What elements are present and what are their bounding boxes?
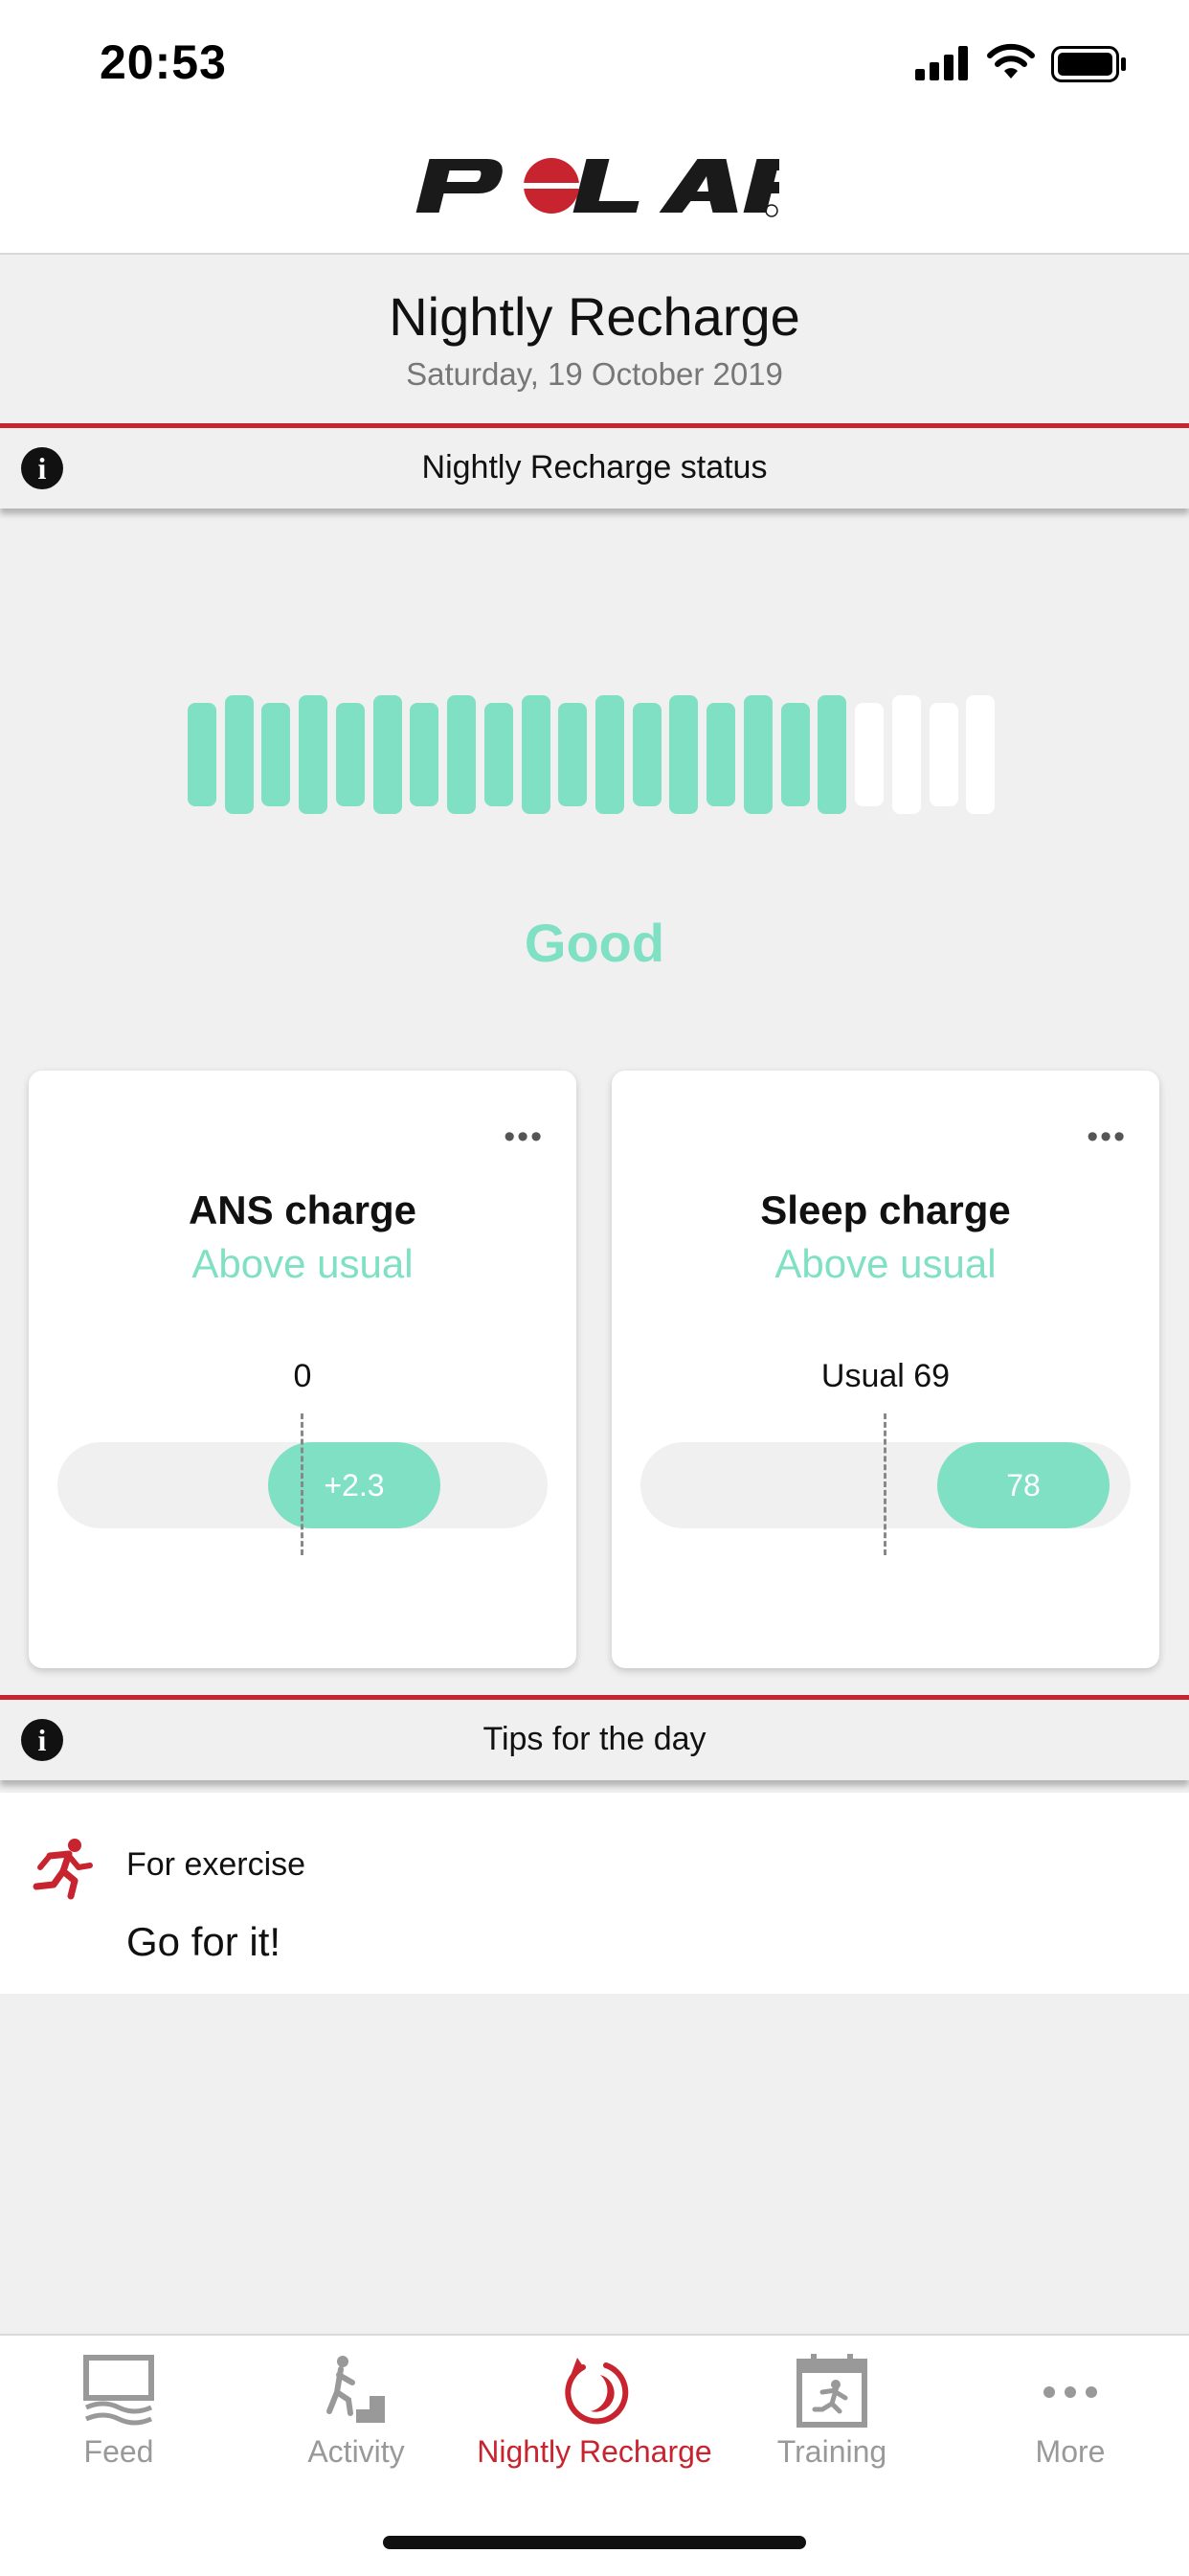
recharge-level-bar bbox=[818, 695, 847, 814]
tab-label: Training bbox=[776, 2434, 887, 2469]
reference-line bbox=[301, 1413, 303, 1555]
reference-label: Usual 69 bbox=[820, 1358, 951, 1394]
recharge-level-bar bbox=[780, 703, 810, 806]
recharge-level-bar bbox=[521, 695, 550, 814]
recharge-level-bar bbox=[483, 703, 513, 806]
tab-label: Nightly Recharge bbox=[477, 2434, 712, 2469]
tab-label: Feed bbox=[83, 2434, 154, 2469]
tip-category: For exercise bbox=[126, 1846, 306, 1883]
recharge-level-bar bbox=[372, 695, 402, 814]
battery-icon bbox=[1051, 46, 1126, 82]
recharge-level-bar bbox=[261, 703, 291, 806]
tip-text: Go for it! bbox=[126, 1919, 281, 1964]
wifi-icon bbox=[987, 43, 1035, 79]
card-title: ANS charge bbox=[188, 1187, 417, 1232]
section-label: Nightly Recharge status bbox=[421, 449, 768, 486]
recharge-level-bar bbox=[299, 695, 328, 814]
sleep-charge-card[interactable]: ••• Sleep charge Above usual 78 Usual 69 bbox=[612, 1071, 1159, 1668]
recharge-level-bar bbox=[966, 695, 996, 814]
recharge-level-bar bbox=[595, 695, 624, 814]
charge-value: +2.3 bbox=[268, 1442, 440, 1528]
recharge-level-bar bbox=[447, 695, 477, 814]
recharge-level-bar bbox=[632, 703, 662, 806]
reference-line bbox=[884, 1413, 886, 1555]
page-title: Nightly Recharge bbox=[389, 286, 800, 347]
running-icon bbox=[33, 1839, 93, 1900]
cellular-signal-icon bbox=[915, 46, 968, 80]
card-status: Above usual bbox=[774, 1241, 997, 1286]
card-title: Sleep charge bbox=[760, 1187, 1011, 1232]
tips-section-header[interactable]: i Tips for the day bbox=[0, 1695, 1189, 1780]
tab-more[interactable]: More bbox=[952, 2337, 1189, 2490]
home-indicator bbox=[383, 2536, 806, 2549]
recharge-level-bar bbox=[188, 703, 216, 806]
recharge-level-bar bbox=[891, 695, 921, 814]
tab-feed[interactable]: Feed bbox=[0, 2337, 237, 2490]
recharge-level-bar bbox=[669, 695, 699, 814]
clock: 20:53 bbox=[100, 35, 227, 89]
more-icon bbox=[1043, 2386, 1097, 2398]
section-label: Tips for the day bbox=[482, 1721, 707, 1757]
polar-logo bbox=[415, 158, 779, 217]
more-options-icon[interactable]: ••• bbox=[504, 1119, 544, 1156]
tab-training[interactable]: Training bbox=[713, 2337, 951, 2490]
ans-charge-card[interactable]: ••• ANS charge Above usual +2.3 0 bbox=[29, 1071, 576, 1668]
tab-label: Activity bbox=[307, 2434, 405, 2469]
activity-icon bbox=[326, 2356, 385, 2423]
nightly-recharge-icon bbox=[565, 2358, 629, 2425]
recharge-level-meter bbox=[188, 695, 1003, 814]
recharge-level-bar bbox=[855, 703, 885, 806]
tab-nightly-recharge[interactable]: Nightly Recharge bbox=[476, 2337, 713, 2490]
more-options-icon[interactable]: ••• bbox=[1087, 1119, 1127, 1156]
recharge-level-bar bbox=[410, 703, 439, 806]
recharge-level-bar bbox=[929, 703, 958, 806]
feed-icon bbox=[83, 2355, 154, 2426]
recharge-level-bar bbox=[743, 695, 773, 814]
tab-label: More bbox=[1035, 2434, 1106, 2469]
recharge-level-bar bbox=[558, 703, 588, 806]
recharge-status-section-header[interactable]: i Nightly Recharge status bbox=[0, 423, 1189, 508]
recharge-level-bar bbox=[707, 703, 736, 806]
card-status: Above usual bbox=[191, 1241, 414, 1286]
recharge-status: Good bbox=[524, 913, 665, 973]
tab-activity[interactable]: Activity bbox=[237, 2337, 475, 2490]
recharge-level-bar bbox=[335, 703, 365, 806]
recharge-level-bar bbox=[224, 695, 254, 814]
page-date: Saturday, 19 October 2019 bbox=[406, 356, 783, 392]
charge-value: 78 bbox=[937, 1442, 1110, 1528]
reference-label: 0 bbox=[293, 1358, 312, 1394]
training-icon bbox=[796, 2354, 867, 2428]
